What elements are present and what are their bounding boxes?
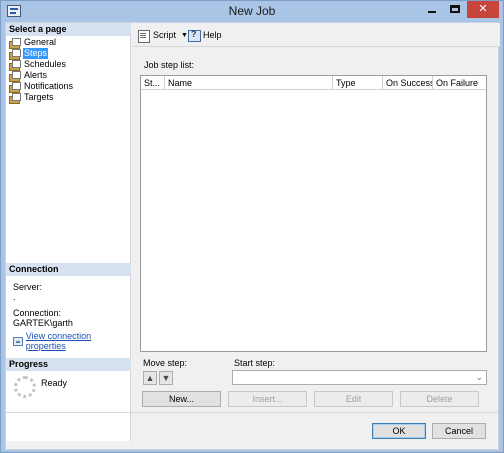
script-button[interactable]: Script ▼ — [138, 28, 188, 43]
move-step-up-button[interactable]: ▲ — [143, 371, 157, 385]
column-header-on-success[interactable]: On Success — [383, 76, 433, 90]
column-header-name[interactable]: Name — [165, 76, 333, 90]
column-header-on-failure[interactable]: On Failure — [433, 76, 486, 90]
progress-status: Ready — [41, 378, 68, 388]
column-header-type[interactable]: Type — [333, 76, 383, 90]
script-icon — [138, 29, 150, 43]
start-step-select[interactable]: ⌄ — [232, 370, 487, 385]
select-page-header: Select a page — [6, 23, 131, 36]
page-settings-icon — [9, 48, 21, 60]
start-step-label: Start step: — [234, 358, 276, 368]
page-settings-icon — [9, 92, 21, 104]
arrow-down-icon: ▼ — [161, 373, 171, 383]
page-settings-icon — [9, 70, 21, 82]
connection-value: GARTEK\garth — [13, 318, 73, 328]
progress-header: Progress — [6, 358, 131, 371]
move-step-down-button[interactable]: ▼ — [159, 371, 173, 385]
page-settings-icon — [9, 81, 21, 93]
ok-button[interactable]: OK — [372, 423, 426, 439]
left-pane: Select a page General Steps Schedules Al… — [6, 23, 131, 441]
page-item-schedules[interactable]: Schedules — [9, 59, 67, 71]
grid-header: St... Name Type On Success On Failure — [141, 76, 486, 90]
page-settings-icon — [9, 59, 21, 71]
move-step-label: Move step: — [143, 358, 188, 368]
chevron-down-icon: ⌄ — [475, 372, 483, 382]
page-item-label: General — [24, 37, 57, 47]
help-button[interactable]: Help — [188, 28, 222, 42]
maximize-button[interactable] — [444, 1, 466, 18]
edit-step-button[interactable]: Edit — [314, 391, 393, 407]
title-bar[interactable]: New Job ✕ — [1, 1, 503, 22]
page-item-label: Targets — [24, 92, 54, 102]
page-item-label: Notifications — [24, 81, 74, 91]
new-job-window: New Job ✕ Select a page General Steps Sc… — [0, 0, 504, 453]
job-step-grid[interactable]: St... Name Type On Success On Failure — [140, 75, 487, 352]
toolbar: Script ▼ Help — [132, 23, 500, 47]
arrow-up-icon: ▲ — [145, 373, 155, 383]
page-item-steps[interactable]: Steps — [9, 48, 49, 60]
column-header-step[interactable]: St... — [141, 76, 165, 90]
server-label: Server: — [13, 282, 43, 292]
insert-step-button[interactable]: Insert... — [228, 391, 307, 407]
page-item-notifications[interactable]: Notifications — [9, 81, 74, 93]
page-item-targets[interactable]: Targets — [9, 92, 55, 104]
new-step-button[interactable]: New... — [142, 391, 221, 407]
help-label: Help — [203, 30, 222, 40]
page-settings-icon — [9, 37, 21, 49]
connection-properties-icon — [13, 336, 23, 346]
view-connection-properties-link[interactable]: View connection properties — [13, 331, 130, 351]
close-icon: ✕ — [478, 3, 488, 15]
close-button[interactable]: ✕ — [467, 1, 499, 18]
view-connection-properties-label: View connection properties — [25, 331, 92, 351]
maximize-icon — [450, 5, 460, 13]
help-icon — [188, 29, 201, 42]
script-label: Script — [153, 30, 177, 40]
page-item-label: Alerts — [24, 70, 48, 80]
page-item-general[interactable]: General — [9, 37, 57, 49]
progress-spinner-icon — [14, 376, 36, 398]
page-item-alerts[interactable]: Alerts — [9, 70, 48, 82]
footer-divider — [6, 412, 498, 413]
delete-step-button[interactable]: Delete — [400, 391, 479, 407]
minimize-button[interactable] — [421, 1, 443, 18]
server-value: . — [13, 292, 16, 302]
page-item-label: Schedules — [24, 59, 67, 69]
connection-label: Connection: — [13, 308, 62, 318]
cancel-button[interactable]: Cancel — [432, 423, 486, 439]
chevron-down-icon[interactable]: ▼ — [181, 32, 188, 39]
dialog-client-area: Select a page General Steps Schedules Al… — [5, 22, 500, 450]
page-item-label: Steps — [23, 48, 49, 59]
job-step-list-label: Job step list: — [144, 60, 195, 70]
connection-header: Connection — [6, 263, 131, 276]
minimize-icon — [428, 11, 436, 13]
